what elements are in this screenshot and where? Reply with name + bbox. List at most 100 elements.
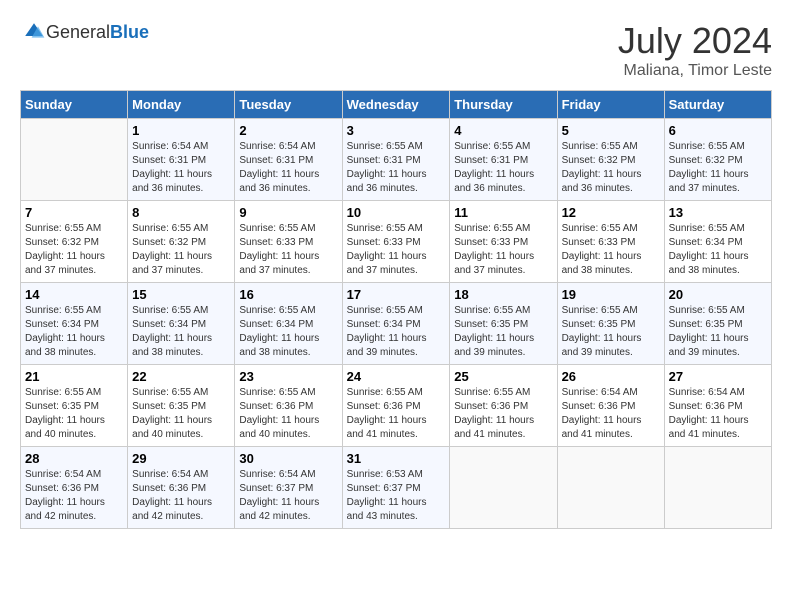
header-cell-tuesday: Tuesday	[235, 91, 342, 119]
day-info: Sunrise: 6:54 AMSunset: 6:36 PMDaylight:…	[562, 386, 660, 442]
day-number: 14	[25, 287, 123, 302]
day-info: Sunrise: 6:55 AMSunset: 6:34 PMDaylight:…	[669, 222, 767, 278]
day-number: 8	[132, 205, 230, 220]
calendar-cell: 27 Sunrise: 6:54 AMSunset: 6:36 PMDayligh…	[664, 365, 771, 447]
day-info: Sunrise: 6:54 AMSunset: 6:37 PMDaylight:…	[239, 468, 337, 524]
day-number: 16	[239, 287, 337, 302]
calendar-cell: 20 Sunrise: 6:55 AMSunset: 6:35 PMDayligh…	[664, 283, 771, 365]
day-number: 5	[562, 123, 660, 138]
calendar-cell: 30 Sunrise: 6:54 AMSunset: 6:37 PMDayligh…	[235, 447, 342, 529]
day-info: Sunrise: 6:54 AMSunset: 6:36 PMDaylight:…	[669, 386, 767, 442]
day-number: 17	[347, 287, 446, 302]
day-number: 11	[454, 205, 552, 220]
calendar-cell: 8Sunrise: 6:55 AMSunset: 6:32 PMDaylight…	[128, 201, 235, 283]
day-info: Sunrise: 6:55 AMSunset: 6:33 PMDaylight:…	[239, 222, 337, 278]
calendar-cell: 17 Sunrise: 6:55 AMSunset: 6:34 PMDayligh…	[342, 283, 450, 365]
month-title: July 2024	[618, 20, 772, 62]
header-cell-wednesday: Wednesday	[342, 91, 450, 119]
day-number: 7	[25, 205, 123, 220]
page-header: GeneralBlue July 2024 Maliana, Timor Les…	[20, 20, 772, 80]
day-info: Sunrise: 6:55 AMSunset: 6:35 PMDaylight:…	[132, 386, 230, 442]
day-info: Sunrise: 6:55 AMSunset: 6:34 PMDaylight:…	[132, 304, 230, 360]
day-info: Sunrise: 6:55 AMSunset: 6:35 PMDaylight:…	[25, 386, 123, 442]
day-number: 22	[132, 369, 230, 384]
day-number: 21	[25, 369, 123, 384]
day-number: 12	[562, 205, 660, 220]
calendar-cell: 19 Sunrise: 6:55 AMSunset: 6:35 PMDayligh…	[557, 283, 664, 365]
calendar-cell	[664, 447, 771, 529]
calendar-table: SundayMondayTuesdayWednesdayThursdayFrid…	[20, 90, 772, 529]
week-row-3: 14 Sunrise: 6:55 AMSunset: 6:34 PMDayligh…	[21, 283, 772, 365]
day-number: 6	[669, 123, 767, 138]
calendar-cell: 26 Sunrise: 6:54 AMSunset: 6:36 PMDayligh…	[557, 365, 664, 447]
day-number: 2	[239, 123, 337, 138]
day-info: Sunrise: 6:55 AMSunset: 6:36 PMDaylight:…	[347, 386, 446, 442]
day-info: Sunrise: 6:55 AMSunset: 6:34 PMDaylight:…	[25, 304, 123, 360]
header-row: SundayMondayTuesdayWednesdayThursdayFrid…	[21, 91, 772, 119]
calendar-cell: 15 Sunrise: 6:55 AMSunset: 6:34 PMDayligh…	[128, 283, 235, 365]
day-number: 15	[132, 287, 230, 302]
day-number: 25	[454, 369, 552, 384]
calendar-cell: 24Sunrise: 6:55 AMSunset: 6:36 PMDayligh…	[342, 365, 450, 447]
location-title: Maliana, Timor Leste	[618, 62, 772, 80]
day-number: 26	[562, 369, 660, 384]
day-info: Sunrise: 6:54 AMSunset: 6:31 PMDaylight:…	[132, 140, 230, 196]
day-info: Sunrise: 6:55 AMSunset: 6:35 PMDaylight:…	[454, 304, 552, 360]
day-info: Sunrise: 6:55 AMSunset: 6:33 PMDaylight:…	[562, 222, 660, 278]
day-number: 31	[347, 451, 446, 466]
week-row-4: 21 Sunrise: 6:55 AMSunset: 6:35 PMDayligh…	[21, 365, 772, 447]
calendar-cell: 22 Sunrise: 6:55 AMSunset: 6:35 PMDayligh…	[128, 365, 235, 447]
day-number: 29	[132, 451, 230, 466]
calendar-cell: 14 Sunrise: 6:55 AMSunset: 6:34 PMDayligh…	[21, 283, 128, 365]
day-number: 30	[239, 451, 337, 466]
logo-general-text: General	[46, 22, 110, 42]
day-info: Sunrise: 6:55 AMSunset: 6:32 PMDaylight:…	[25, 222, 123, 278]
header-cell-saturday: Saturday	[664, 91, 771, 119]
day-number: 1	[132, 123, 230, 138]
week-row-5: 28 Sunrise: 6:54 AMSunset: 6:36 PMDayligh…	[21, 447, 772, 529]
day-info: Sunrise: 6:55 AMSunset: 6:34 PMDaylight:…	[347, 304, 446, 360]
calendar-cell: 3Sunrise: 6:55 AMSunset: 6:31 PMDaylight…	[342, 119, 450, 201]
calendar-cell	[21, 119, 128, 201]
day-number: 20	[669, 287, 767, 302]
calendar-cell: 13 Sunrise: 6:55 AMSunset: 6:34 PMDayligh…	[664, 201, 771, 283]
day-number: 28	[25, 451, 123, 466]
day-number: 9	[239, 205, 337, 220]
calendar-cell: 5Sunrise: 6:55 AMSunset: 6:32 PMDaylight…	[557, 119, 664, 201]
calendar-cell: 31 Sunrise: 6:53 AMSunset: 6:37 PMDayligh…	[342, 447, 450, 529]
day-info: Sunrise: 6:55 AMSunset: 6:35 PMDaylight:…	[562, 304, 660, 360]
day-info: Sunrise: 6:54 AMSunset: 6:31 PMDaylight:…	[239, 140, 337, 196]
day-info: Sunrise: 6:55 AMSunset: 6:34 PMDaylight:…	[239, 304, 337, 360]
day-info: Sunrise: 6:55 AMSunset: 6:31 PMDaylight:…	[347, 140, 446, 196]
day-info: Sunrise: 6:55 AMSunset: 6:35 PMDaylight:…	[669, 304, 767, 360]
day-number: 4	[454, 123, 552, 138]
day-info: Sunrise: 6:54 AMSunset: 6:36 PMDaylight:…	[25, 468, 123, 524]
calendar-cell	[557, 447, 664, 529]
logo-blue-text: Blue	[110, 22, 149, 42]
day-info: Sunrise: 6:55 AMSunset: 6:36 PMDaylight:…	[239, 386, 337, 442]
day-info: Sunrise: 6:55 AMSunset: 6:32 PMDaylight:…	[669, 140, 767, 196]
calendar-cell: 29 Sunrise: 6:54 AMSunset: 6:36 PMDayligh…	[128, 447, 235, 529]
day-info: Sunrise: 6:53 AMSunset: 6:37 PMDaylight:…	[347, 468, 446, 524]
calendar-cell: 25 Sunrise: 6:55 AMSunset: 6:36 PMDayligh…	[450, 365, 557, 447]
day-number: 18	[454, 287, 552, 302]
day-number: 23	[239, 369, 337, 384]
day-number: 19	[562, 287, 660, 302]
day-number: 13	[669, 205, 767, 220]
week-row-1: 1 Sunrise: 6:54 AMSunset: 6:31 PMDaylight…	[21, 119, 772, 201]
day-info: Sunrise: 6:55 AMSunset: 6:36 PMDaylight:…	[454, 386, 552, 442]
calendar-cell: 9 Sunrise: 6:55 AMSunset: 6:33 PMDaylight…	[235, 201, 342, 283]
header-cell-sunday: Sunday	[21, 91, 128, 119]
day-number: 10	[347, 205, 446, 220]
calendar-cell: 23 Sunrise: 6:55 AMSunset: 6:36 PMDayligh…	[235, 365, 342, 447]
calendar-cell: 7 Sunrise: 6:55 AMSunset: 6:32 PMDaylight…	[21, 201, 128, 283]
week-row-2: 7 Sunrise: 6:55 AMSunset: 6:32 PMDaylight…	[21, 201, 772, 283]
calendar-cell: 4Sunrise: 6:55 AMSunset: 6:31 PMDaylight…	[450, 119, 557, 201]
day-number: 27	[669, 369, 767, 384]
logo: GeneralBlue	[20, 20, 149, 44]
day-info: Sunrise: 6:55 AMSunset: 6:33 PMDaylight:…	[347, 222, 446, 278]
header-cell-thursday: Thursday	[450, 91, 557, 119]
calendar-cell: 10 Sunrise: 6:55 AMSunset: 6:33 PMDayligh…	[342, 201, 450, 283]
day-info: Sunrise: 6:54 AMSunset: 6:36 PMDaylight:…	[132, 468, 230, 524]
calendar-cell: 16 Sunrise: 6:55 AMSunset: 6:34 PMDayligh…	[235, 283, 342, 365]
